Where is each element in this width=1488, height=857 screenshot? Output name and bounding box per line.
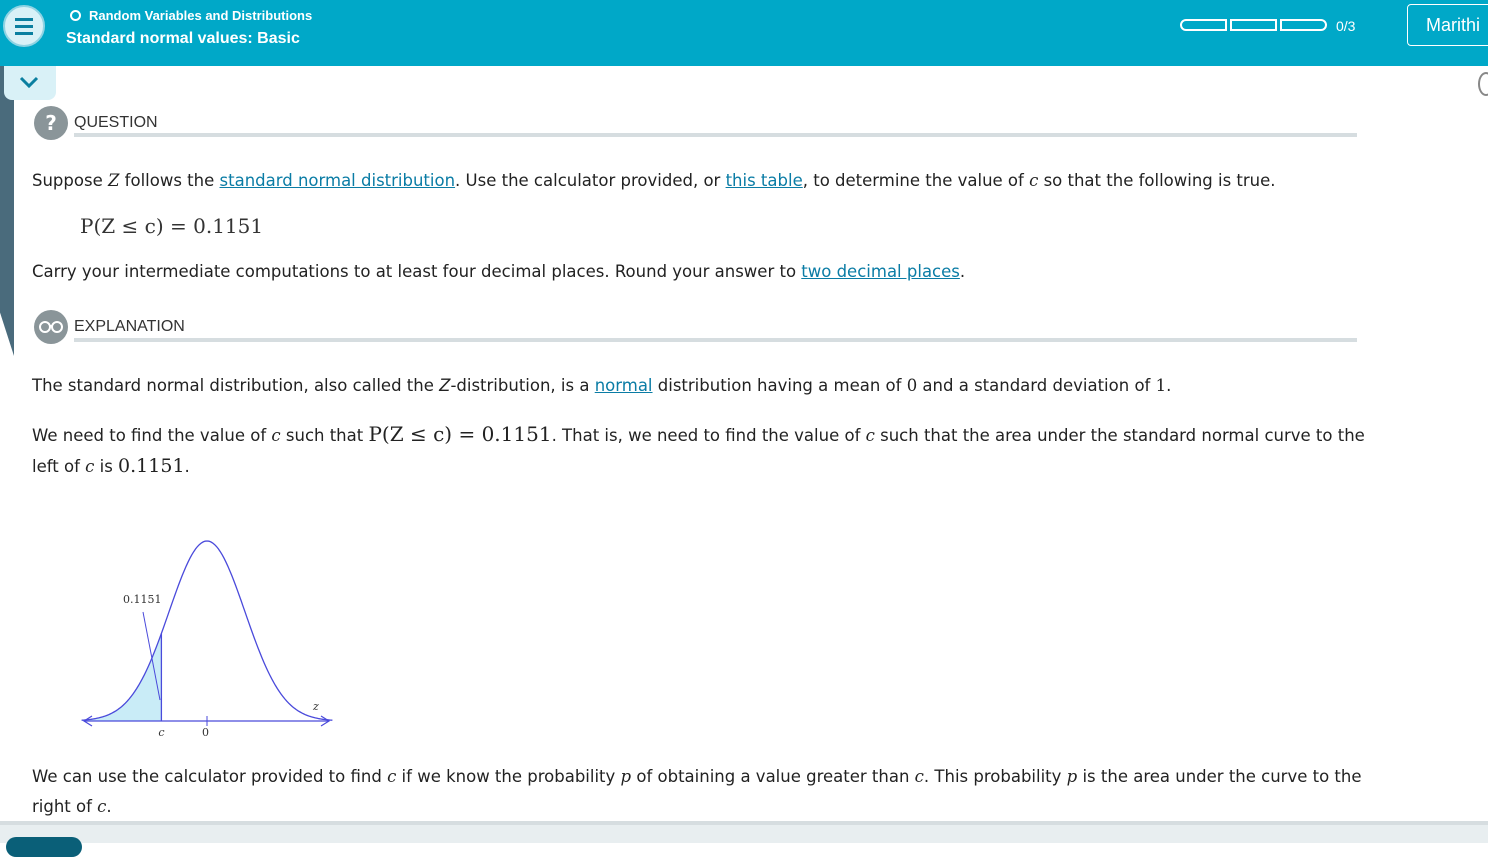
glasses-icon — [34, 310, 68, 344]
text: . — [106, 797, 112, 816]
math-num: 1 — [1155, 376, 1167, 395]
area-annotation: 0.1151 — [123, 593, 162, 606]
text: We can use the calculator provided to fi… — [32, 767, 388, 786]
page-subtitle: Standard normal values: Basic — [66, 30, 300, 47]
text: right of — [32, 797, 98, 816]
chevron-down-icon — [19, 76, 39, 89]
text: We need to find the value of — [32, 426, 272, 445]
math-var: c — [865, 426, 875, 445]
text: such that the area under the standard no… — [874, 426, 1365, 445]
math-var: p — [620, 767, 632, 786]
collapse-button[interactable] — [4, 66, 56, 100]
c-tick-label: c — [158, 726, 164, 739]
text: Suppose — [32, 171, 108, 190]
menu-icon-bar — [15, 32, 33, 35]
progress-segment — [1230, 19, 1277, 31]
topic-status-icon — [70, 10, 81, 21]
menu-icon — [15, 18, 33, 21]
text: is — [94, 457, 119, 476]
question-formula: P(Z ≤ c) = 0.1151 — [80, 214, 264, 238]
bottom-strip — [0, 821, 1488, 843]
zero-tick-label: 0 — [202, 726, 209, 739]
normal-curve-svg: 0.1151 c 0 z — [81, 540, 333, 739]
text: so that the following is true. — [1038, 171, 1276, 190]
math-var: c — [85, 457, 95, 476]
math-var: c — [914, 767, 924, 786]
explanation-divider — [74, 338, 1357, 342]
question-heading: QUESTION — [74, 114, 158, 131]
progress-label: 0/3 — [1336, 18, 1356, 34]
text: if we know the probability — [396, 767, 621, 786]
left-rail — [0, 66, 14, 356]
text: . Use the calculator provided, or — [455, 171, 726, 190]
math-formula: P(Z ≤ c) = 0.1151 — [368, 422, 552, 446]
text: . This probability — [923, 767, 1067, 786]
progress-segment — [1280, 19, 1327, 31]
text: . That is, we need to find the value of — [551, 426, 866, 445]
link-normal[interactable]: normal — [595, 376, 653, 395]
question-divider — [74, 133, 1357, 137]
link-this-table[interactable]: this table — [726, 171, 803, 190]
math-var: c — [1029, 171, 1039, 190]
progress-bar — [1180, 19, 1330, 31]
link-two-decimal-places[interactable]: two decimal places — [801, 262, 960, 281]
explanation-heading: EXPLANATION — [74, 318, 185, 335]
math-num: 0 — [906, 376, 918, 395]
text: follows the — [119, 171, 220, 190]
menu-icon-bar — [15, 25, 33, 28]
rounding-instructions: Carry your intermediate computations to … — [32, 257, 965, 287]
question-text: Suppose Z follows the standard normal di… — [32, 166, 1276, 196]
math-var: c — [271, 426, 281, 445]
text: The standard normal distribution, also c… — [32, 376, 440, 395]
text: , to determine the value of — [802, 171, 1030, 190]
math-num: 0.1151 — [118, 455, 185, 477]
text: such that — [280, 426, 369, 445]
normal-curve-figure: 0.1151 c 0 z — [70, 530, 350, 754]
text: is the area under the curve to the — [1077, 767, 1362, 786]
topic-title: Random Variables and Distributions — [89, 8, 313, 23]
math-var: p — [1066, 767, 1078, 786]
text: and a standard deviation of — [917, 376, 1156, 395]
text: . — [184, 457, 190, 476]
text: left of — [32, 457, 86, 476]
text: . — [959, 262, 966, 281]
question-icon: ? — [34, 106, 68, 140]
top-bar: Random Variables and Distributions Stand… — [0, 0, 1488, 66]
topic-row: Random Variables and Distributions — [70, 8, 312, 23]
user-menu-button[interactable]: Marithi — [1407, 4, 1488, 46]
text: . — [1166, 376, 1172, 395]
menu-button[interactable] — [3, 5, 45, 47]
math-var: c — [387, 767, 397, 786]
math-var: Z — [107, 171, 120, 190]
text: -distribution, is a — [450, 376, 595, 395]
normal-curve — [81, 540, 333, 721]
explanation-paragraph-3: We can use the calculator provided to fi… — [32, 762, 1472, 822]
right-edge-control[interactable] — [1478, 72, 1488, 96]
glasses-icon-glyph — [39, 321, 63, 333]
bottom-action-button[interactable] — [6, 837, 82, 857]
math-var: Z — [439, 376, 451, 395]
z-axis-label: z — [312, 700, 319, 713]
text: distribution having a mean of — [652, 376, 907, 395]
explanation-paragraph-2: We need to find the value of c such that… — [32, 419, 1452, 482]
text: of obtaining a value greater than — [631, 767, 915, 786]
explanation-paragraph-1: The standard normal distribution, also c… — [32, 371, 1171, 401]
progress-segment — [1180, 19, 1227, 31]
text: Carry your intermediate computations to … — [32, 262, 802, 281]
link-standard-normal-distribution[interactable]: standard normal distribution — [220, 171, 456, 190]
